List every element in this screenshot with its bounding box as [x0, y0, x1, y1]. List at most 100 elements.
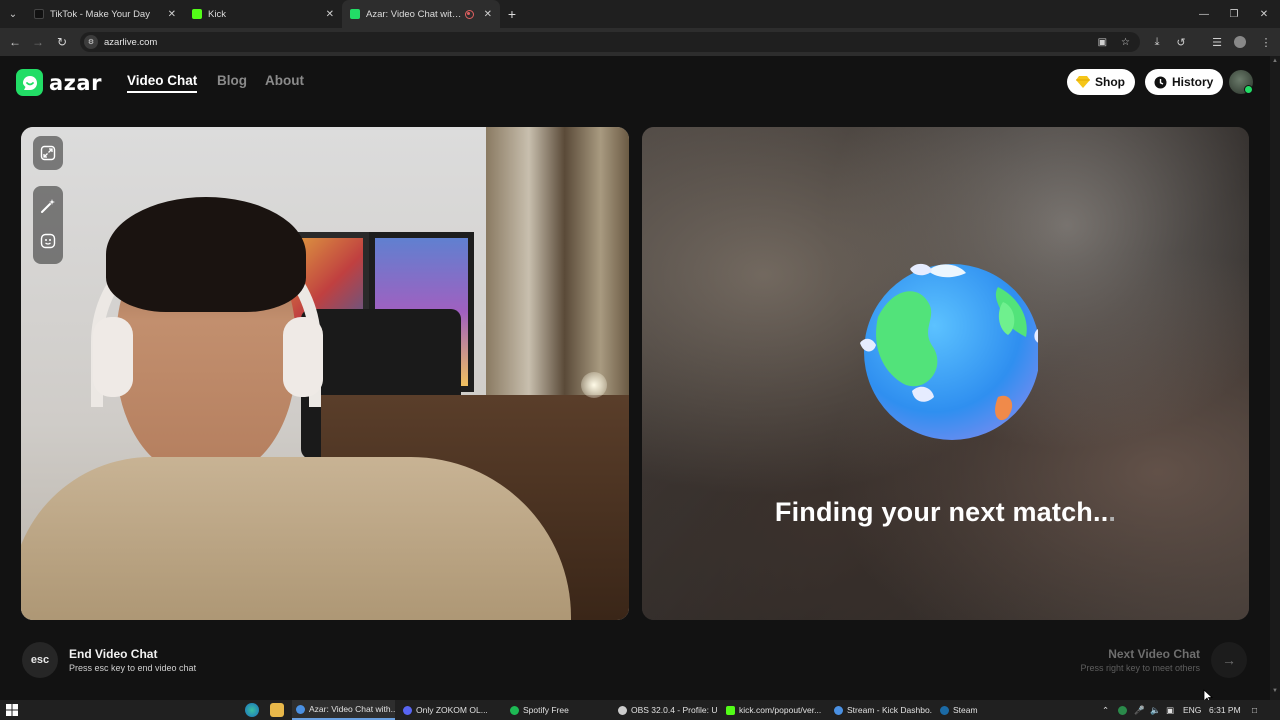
tab-title: Azar: Video Chat with New: [366, 8, 465, 20]
kick-icon: [726, 705, 735, 715]
taskbar-app-obs[interactable]: OBS 32.0.4 - Profile: U...: [614, 700, 718, 720]
end-chat-button[interactable]: esc: [22, 642, 58, 678]
forward-button[interactable]: →: [26, 28, 50, 56]
history-button[interactable]: History: [1145, 69, 1224, 95]
taskbar-app-kick-popout[interactable]: kick.com/popout/ver...: [722, 700, 826, 720]
status-text: Finding your next match: [774, 497, 1093, 527]
file-explorer-icon[interactable]: [270, 703, 284, 717]
face-sticker-icon[interactable]: [40, 233, 56, 254]
tab-title: TikTok - Make Your Day: [50, 8, 150, 20]
clock-icon: [1154, 76, 1167, 89]
azar-favicon-icon: [350, 9, 360, 19]
microphone-icon[interactable]: 🎤: [1134, 700, 1145, 720]
fullscreen-button[interactable]: [33, 136, 63, 170]
speaker-icon[interactable]: 🔈: [1150, 700, 1161, 720]
nav-about[interactable]: About: [265, 73, 304, 88]
site-info-icon[interactable]: ⚙: [84, 35, 98, 49]
url-text: azarlive.com: [104, 36, 158, 48]
recording-icon: [464, 9, 474, 19]
taskbar-app-label: Spotify Free: [523, 705, 569, 715]
online-status-badge: [1244, 85, 1253, 94]
camera-scene: [581, 372, 607, 398]
tab-kick[interactable]: Kick ✕: [184, 0, 342, 28]
tray-app-icon[interactable]: [1118, 700, 1127, 720]
taskbar-app-azar[interactable]: Azar: Video Chat with...: [292, 700, 395, 720]
bookmark-star-icon[interactable]: ☆: [1121, 37, 1130, 48]
site-header: azar Video Chat Blog About Shop History: [0, 56, 1270, 114]
obs-icon: [618, 705, 627, 715]
close-icon[interactable]: ✕: [326, 9, 334, 20]
gem-icon: [1076, 76, 1090, 88]
media-controls-icon[interactable]: ☰: [1206, 28, 1228, 56]
magic-wand-icon[interactable]: [40, 198, 56, 219]
restore-button[interactable]: ❐: [1218, 0, 1250, 28]
tab-tiktok[interactable]: TikTok - Make Your Day ✕: [26, 0, 184, 28]
camera-scene: [283, 317, 323, 397]
match-search-view: Finding your next match...: [642, 127, 1249, 620]
tab-title: Kick: [208, 8, 226, 20]
spotify-icon: [510, 705, 519, 715]
network-icon[interactable]: ▣: [1166, 700, 1174, 720]
end-chat-title[interactable]: End Video Chat: [69, 647, 157, 661]
taskbar-app-label: kick.com/popout/ver...: [739, 705, 822, 715]
scroll-up-arrow-icon[interactable]: ▲: [1270, 58, 1280, 68]
browser-tab-bar: ⌄ TikTok - Make Your Day ✕ Kick ✕ Azar: …: [0, 0, 1280, 28]
nav-blog[interactable]: Blog: [217, 73, 247, 88]
language-indicator[interactable]: ENG: [1183, 700, 1201, 720]
install-app-icon[interactable]: ▣: [1098, 37, 1107, 48]
camera-scene: [93, 317, 133, 397]
camera-scene: [106, 197, 306, 312]
shop-label: Shop: [1095, 75, 1125, 89]
finding-match-status: Finding your next match...: [642, 497, 1249, 528]
taskbar-app-kick-dashboard[interactable]: Stream - Kick Dashbo...: [830, 700, 932, 720]
new-tab-button[interactable]: +: [500, 6, 524, 22]
camera-scene: [21, 457, 571, 620]
tray-overflow-chevron-icon[interactable]: ⌃: [1102, 700, 1109, 720]
globe-icon: [860, 263, 1038, 440]
history-clock-icon[interactable]: ↺: [1170, 28, 1192, 56]
azar-logo[interactable]: azar: [16, 69, 102, 96]
windows-start-icon[interactable]: [6, 704, 18, 716]
tiktok-favicon-icon: [34, 9, 44, 19]
taskbar-app-label: OBS 32.0.4 - Profile: U...: [631, 705, 718, 715]
page-scrollbar[interactable]: [1270, 56, 1280, 700]
minimize-button[interactable]: —: [1188, 0, 1220, 28]
next-chat-title[interactable]: Next Video Chat: [1108, 647, 1200, 661]
clock-time[interactable]: 6:31 PM: [1209, 700, 1241, 720]
chrome-icon: [834, 705, 843, 715]
notification-center-icon[interactable]: □: [1252, 700, 1257, 720]
kick-favicon-icon: [192, 9, 202, 19]
window-close-button[interactable]: ✕: [1248, 0, 1280, 28]
reload-button[interactable]: ↻: [50, 28, 74, 56]
close-icon[interactable]: ✕: [484, 9, 492, 20]
back-button[interactable]: ←: [3, 28, 27, 56]
taskbar-app-spotify[interactable]: Spotify Free: [506, 700, 608, 720]
camera-scene: [486, 127, 629, 407]
browser-menu-icon[interactable]: ⋮: [1255, 28, 1277, 56]
tab-azar[interactable]: Azar: Video Chat with New ✕: [342, 0, 500, 28]
shop-button[interactable]: Shop: [1067, 69, 1135, 95]
scroll-down-arrow-icon[interactable]: ▼: [1270, 688, 1280, 698]
close-icon[interactable]: ✕: [168, 9, 176, 20]
taskbar-app-label: Azar: Video Chat with...: [309, 704, 395, 714]
taskbar-app-label: Stream - Kick Dashbo...: [847, 705, 932, 715]
next-chat-button[interactable]: →: [1211, 642, 1247, 678]
next-chat-hint: Press right key to meet others: [1080, 663, 1200, 673]
taskbar-app-label: Steam: [953, 705, 978, 715]
taskbar-app-steam[interactable]: Steam: [936, 700, 1016, 720]
profile-avatar-icon[interactable]: [1229, 28, 1251, 56]
tab-search-chevron-icon[interactable]: ⌄: [0, 0, 26, 28]
status-ellipsis-dim: .: [1108, 497, 1117, 527]
edge-icon[interactable]: [245, 703, 259, 717]
azar-logo-icon: [16, 69, 43, 96]
browser-toolbar: ← → ↻ ⚙ azarlive.com ▣ ☆ ⤓ ↺ ☰ ⋮: [0, 28, 1280, 56]
downloads-icon[interactable]: ⤓: [1146, 28, 1168, 56]
address-bar[interactable]: ⚙ azarlive.com ▣ ☆: [80, 32, 1140, 52]
chrome-icon: [296, 704, 305, 714]
effects-toolbar: [33, 186, 63, 264]
taskbar-app-discord[interactable]: Only ZOKOM OL...: [399, 700, 501, 720]
end-chat-hint: Press esc key to end video chat: [69, 663, 197, 673]
logo-text: azar: [49, 70, 102, 95]
history-label: History: [1172, 75, 1214, 89]
nav-video-chat[interactable]: Video Chat: [127, 73, 198, 93]
